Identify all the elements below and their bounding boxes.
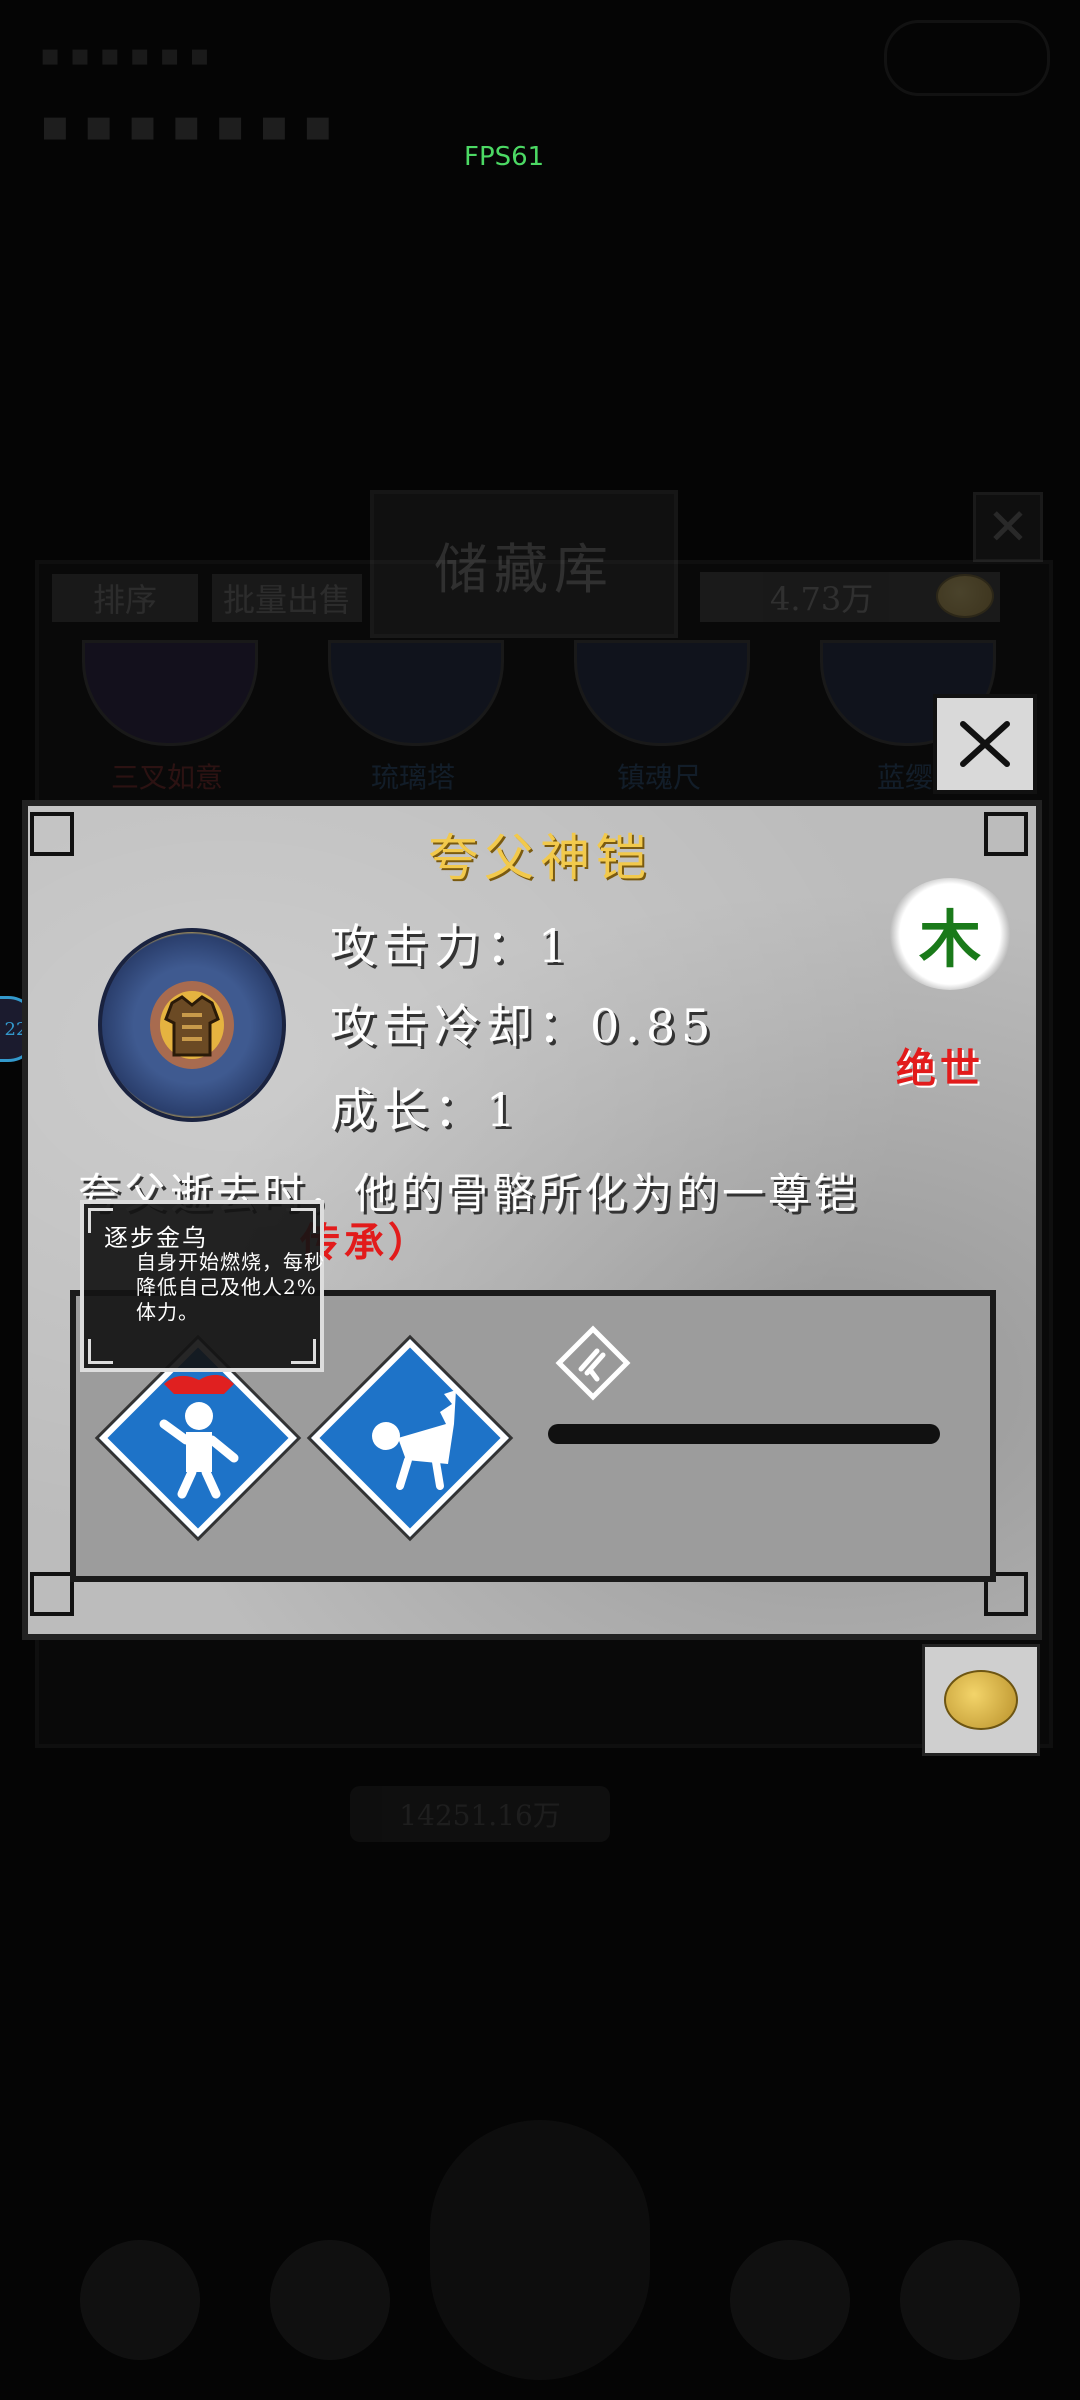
skill-tooltip: 逐步金乌 自身开始燃烧，每秒降低自己及他人2%体力。 [80,1200,324,1372]
storage-title: 储藏库 [370,490,678,638]
tooltip-body: 自身开始燃烧，每秒降低自己及他人2%体力。 [136,1250,325,1324]
ink-divider [548,1424,940,1444]
helmet-icon [270,2240,390,2360]
coin-button[interactable] [922,1644,1040,1756]
rarity-label: 绝世 [896,1045,984,1092]
charge-figure-icon [372,1390,456,1490]
panel-corner-ornament [30,1572,74,1616]
tooltip-corner [88,1339,113,1364]
tooltip-title: 逐步金乌 [104,1224,208,1252]
bag-icon [80,2240,200,2360]
attack-stat: 攻击力：1 [330,919,574,973]
skill-slot-small[interactable] [553,1323,633,1403]
storage-item-label: 琉璃塔 [370,761,455,794]
detail-close-button[interactable] [933,694,1037,794]
nav-skills-button[interactable] [860,2230,1060,2370]
tooltip-corner [291,1339,316,1364]
book-icon [900,2240,1020,2360]
bg-top-right-button [884,20,1050,96]
cooldown-stat: 攻击冷却：0.85 [330,999,717,1053]
storage-close-button[interactable]: ✕ [973,492,1043,562]
item-icon-frame [98,928,286,1122]
burning-figure-icon [159,1374,239,1499]
bg-level-text: ▪ ▪ ▪ ▪ ▪ ▪ ▪ [40,100,333,151]
armor-icon [150,981,234,1069]
element-badge: 木 [888,878,1012,990]
sort-button[interactable]: 排序 [52,574,198,622]
growth-stat: 成长：1 [330,1083,522,1137]
storage-item-label: 三叉如意 [110,761,223,794]
item-name: 夸父神铠 [428,829,652,887]
fps-counter: FPS61 [464,142,545,172]
bg-status-text: ▪ ▪ ▪ ▪ ▪ ▪ [40,38,210,73]
bottom-value-bar: 14251.16万 [350,1786,610,1842]
nav-center-button[interactable] [430,2120,650,2380]
coin-icon [936,574,994,618]
nav-bag-button[interactable] [40,2230,240,2370]
storage-item-label: 镇魂尺 [616,761,701,794]
nav-secondary-button[interactable] [230,2230,430,2370]
coin-icon [944,1670,1018,1730]
scroll-icon [730,2240,850,2360]
close-icon [960,721,1010,767]
tooltip-corner [291,1208,316,1233]
batch-sell-button[interactable]: 批量出售 [212,574,362,622]
